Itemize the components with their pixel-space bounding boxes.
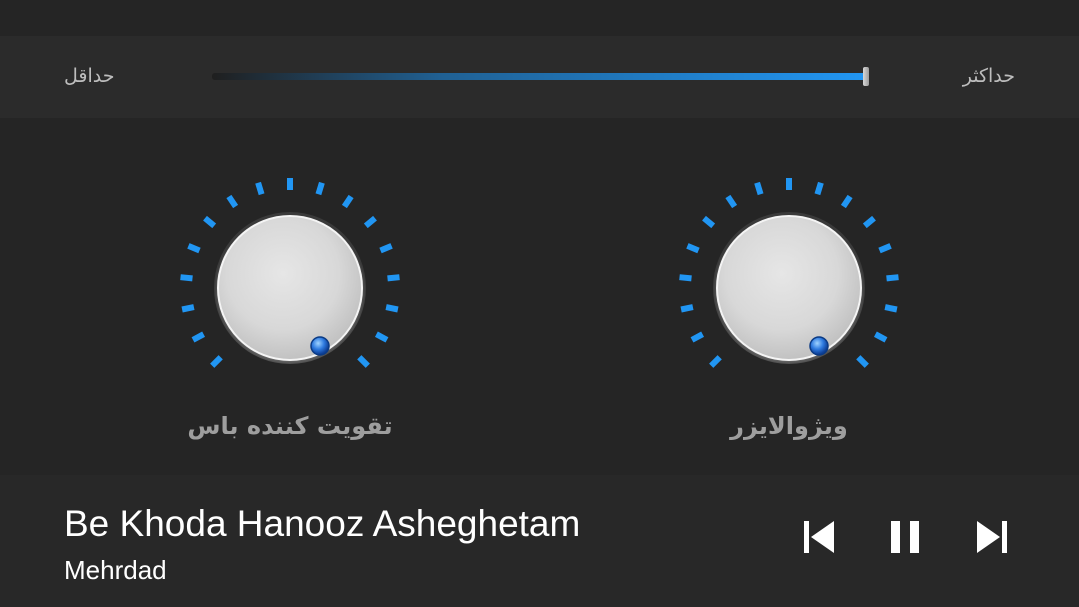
knob-tick — [379, 243, 393, 254]
knob-tick — [690, 331, 705, 343]
knob-tick — [357, 355, 370, 368]
knob-tick — [862, 215, 876, 229]
knob-tick — [181, 304, 195, 313]
knob-tick — [679, 274, 692, 282]
volume-min-label: حداقل — [64, 65, 115, 87]
next-button[interactable] — [972, 517, 1012, 557]
skip-next-icon — [977, 521, 1007, 553]
bass-boost-label: تقویت کننده باس — [187, 412, 393, 440]
knob-tick — [180, 274, 193, 282]
knob-tick — [210, 355, 223, 368]
knob-tick — [686, 243, 700, 254]
knob-tick — [884, 304, 898, 313]
knob-tick — [385, 304, 399, 313]
knob-tick — [814, 181, 824, 196]
knob-tick — [387, 274, 400, 282]
status-strip — [0, 0, 1079, 36]
visualizer-label: ویژوالایزر — [730, 412, 848, 440]
knob-tick — [226, 194, 239, 209]
knob-tick — [873, 331, 888, 343]
knob-tick — [203, 215, 217, 229]
knob-tick — [856, 355, 869, 368]
knob-tick — [754, 181, 764, 196]
knob-tick — [374, 331, 389, 343]
knob-tick — [363, 215, 377, 229]
previous-button[interactable] — [799, 517, 839, 557]
volume-panel: حداقل حداکثر — [0, 36, 1079, 118]
track-title: Be Khoda Hanooz Asheghetam — [64, 503, 581, 544]
volume-slider-thumb[interactable] — [863, 67, 869, 86]
knob-tick — [725, 194, 738, 209]
knob-tick — [840, 194, 853, 209]
bass-boost-knob[interactable]: تقویت کننده باس — [160, 158, 420, 440]
volume-slider-track[interactable] — [212, 73, 866, 80]
knob-tick — [702, 215, 716, 229]
now-playing-bar[interactable]: Be Khoda Hanooz Asheghetam Mehrdad — [0, 475, 1079, 607]
knob-tick — [878, 243, 892, 254]
pause-icon — [891, 521, 919, 553]
volume-slider-fill — [212, 73, 866, 80]
skip-previous-icon — [804, 521, 834, 553]
knob-tick — [191, 331, 206, 343]
effects-panel: تقویت کننده باس ویژوالایزر — [0, 118, 1079, 475]
knob-icon — [713, 212, 865, 364]
knob-tick — [709, 355, 722, 368]
knob-tick — [315, 181, 325, 196]
bass-boost-knob-graphic — [180, 178, 400, 368]
knob-icon — [214, 212, 366, 364]
knob-tick — [255, 181, 265, 196]
visualizer-knob-graphic — [679, 178, 899, 368]
track-artist: Mehrdad — [64, 555, 167, 585]
visualizer-knob[interactable]: ویژوالایزر — [659, 158, 919, 440]
knob-tick — [886, 274, 899, 282]
pause-button[interactable] — [885, 517, 925, 557]
knob-tick — [341, 194, 354, 209]
volume-max-label: حداکثر — [962, 65, 1015, 87]
knob-tick — [680, 304, 694, 313]
knob-tick — [187, 243, 201, 254]
